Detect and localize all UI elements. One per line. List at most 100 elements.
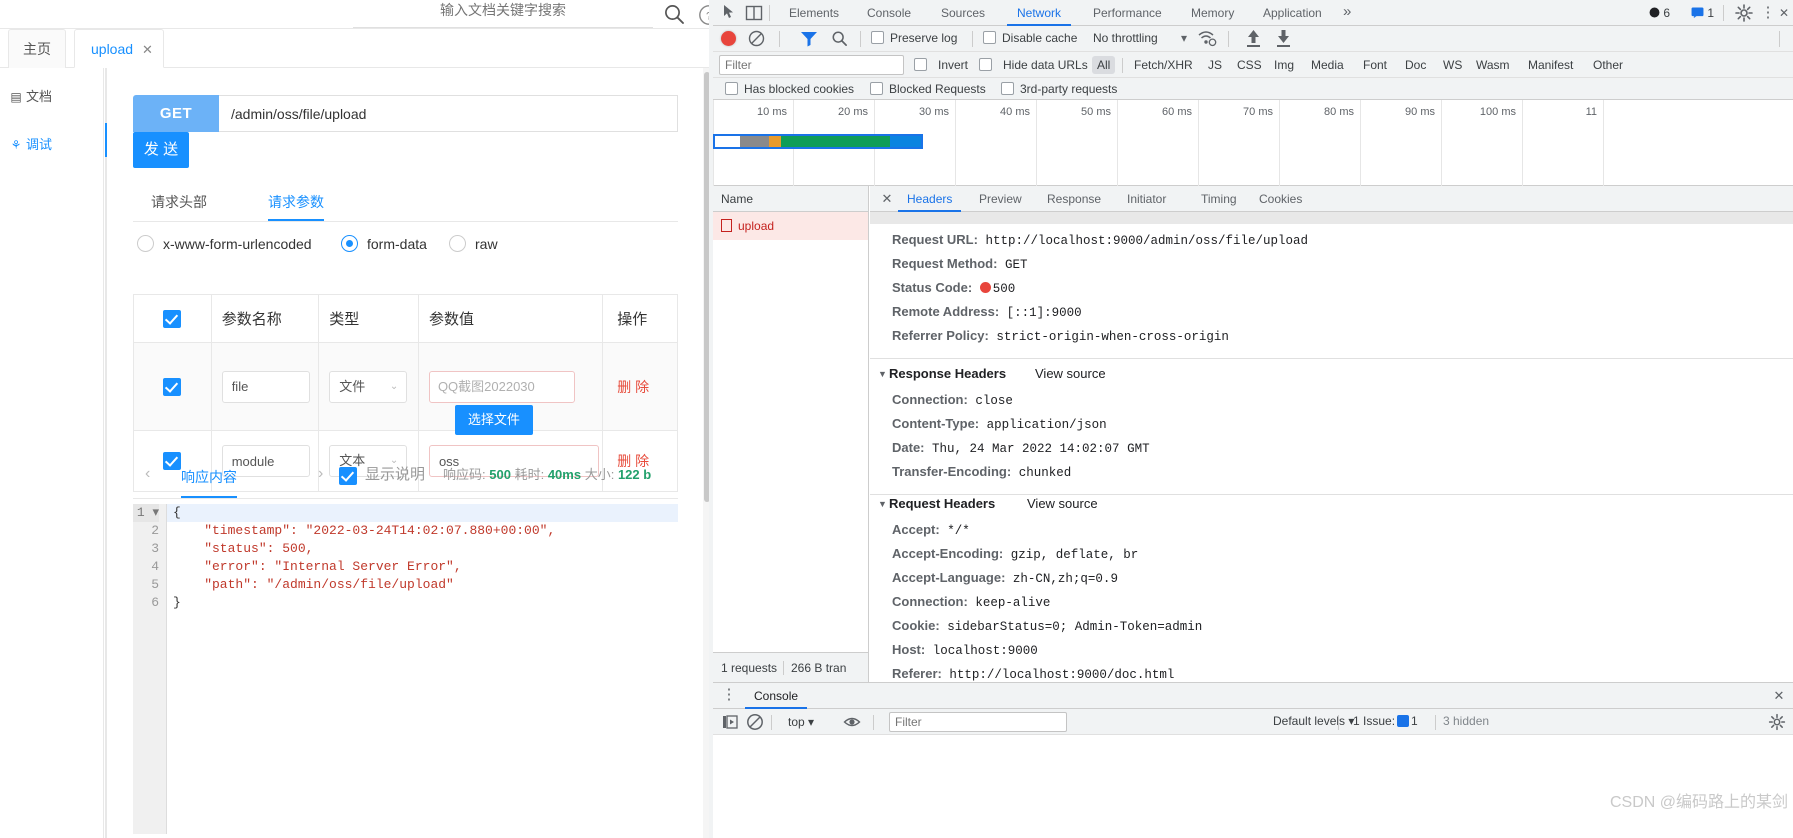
tab-performance[interactable]: Performance [1083,0,1172,26]
scroll-left-icon[interactable]: ‹ [145,465,150,483]
console-context-select[interactable]: top ▾ [788,714,814,731]
close-drawer-icon[interactable]: ✕ [1770,683,1788,709]
select-all-checkbox[interactable] [163,309,182,328]
clear-network-log-icon[interactable] [748,30,765,47]
message-count-badge[interactable]: 1 [1691,4,1714,22]
search-input[interactable] [353,0,653,24]
resource-type-wasm[interactable]: Wasm [1471,56,1515,74]
console-filter-input[interactable] [889,712,1067,732]
http-method-button[interactable]: GET [133,95,219,132]
resource-type-img[interactable]: Img [1269,56,1299,74]
disable-cache-checkbox[interactable] [983,31,996,44]
param-type-select[interactable]: 文件 ⌄ [329,370,408,403]
gear-icon[interactable] [1734,3,1754,23]
hide-data-urls-checkbox[interactable] [979,58,992,71]
network-overview-timeline[interactable]: 10 ms 20 ms 30 ms 40 ms 50 ms 60 ms 70 m… [713,100,1793,186]
has-blocked-cookies-label[interactable]: Has blocked cookies [744,82,854,96]
resource-type-other[interactable]: Other [1588,56,1628,74]
tab-cookies[interactable]: Cookies [1250,186,1311,212]
drawer-more-options-icon[interactable]: ⋮ [721,683,737,709]
tab-memory[interactable]: Memory [1181,0,1244,26]
sidebar-item-debug[interactable]: ⚘ 调试 [0,130,104,160]
blocked-requests-checkbox[interactable] [870,82,883,95]
console-levels-select[interactable]: Default levels ▾ [1273,714,1354,728]
error-count-badge[interactable]: 6 [1647,4,1674,22]
filter-funnel-icon[interactable] [800,30,818,47]
resource-type-media[interactable]: Media [1306,56,1349,74]
delete-row-button[interactable]: 删 除 [617,377,649,397]
third-party-requests-label[interactable]: 3rd-party requests [1020,82,1117,96]
tab-console-drawer[interactable]: Console [745,683,808,709]
third-party-requests-checkbox[interactable] [1001,82,1014,95]
resource-type-css[interactable]: CSS [1232,56,1267,74]
tab-response-content[interactable]: 响应内容 [181,461,237,498]
more-options-icon[interactable]: ⋮ [1760,3,1776,23]
close-icon[interactable]: ✕ [1776,3,1792,23]
param-name-input[interactable] [221,370,310,403]
response-code-editor[interactable]: 1 ▾ 2 3 4 5 6 { "timestamp": "2022-03-24… [133,503,678,834]
tab-timing[interactable]: Timing [1192,186,1246,212]
tab-response[interactable]: Response [1038,186,1110,212]
tab-close-icon[interactable]: ✕ [142,42,153,57]
inspect-element-icon[interactable] [719,2,741,24]
chevron-down-icon[interactable]: ▾ [1181,31,1187,45]
radio-raw[interactable]: raw [449,230,498,258]
import-har-icon[interactable] [1245,29,1262,48]
gear-icon[interactable] [1768,713,1786,731]
column-header-name[interactable]: Name [713,186,868,212]
execute-icon[interactable] [721,713,739,731]
send-request-button[interactable]: 发 送 [133,132,189,168]
device-toolbar-icon[interactable] [743,2,765,24]
row-checkbox[interactable] [163,377,182,396]
resource-type-js[interactable]: JS [1203,56,1227,74]
resource-type-ws[interactable]: WS [1438,56,1467,74]
invert-checkbox[interactable] [914,58,927,71]
tab-application[interactable]: Application [1253,0,1332,26]
response-headers-section-title[interactable]: ▼ Response Headers [878,366,1006,381]
more-tabs-icon[interactable]: » [1343,0,1351,26]
tab-headers[interactable]: Headers [898,186,962,212]
tab-initiator[interactable]: Initiator [1118,186,1175,212]
eye-icon[interactable] [843,713,861,731]
throttling-select[interactable]: No throttling [1093,31,1158,45]
radio-x-www-form-urlencoded[interactable]: x-www-form-urlencoded [137,230,312,258]
request-headers-view-source[interactable]: View source [1027,496,1098,511]
tab-preview[interactable]: Preview [970,186,1031,212]
clear-console-icon[interactable] [746,713,764,731]
tab-upload[interactable]: upload ✕ [74,29,164,68]
network-conditions-icon[interactable] [1198,30,1217,47]
choose-file-button[interactable]: 选择文件 [454,404,533,435]
resource-type-font[interactable]: Font [1358,56,1392,74]
close-detail-icon[interactable]: ✕ [876,186,898,212]
radio-form-data[interactable]: form-data [341,230,427,258]
blocked-requests-label[interactable]: Blocked Requests [889,82,986,96]
preserve-log-label[interactable]: Preserve log [890,31,957,45]
resource-type-fetch-xhr[interactable]: Fetch/XHR [1129,56,1198,74]
tab-request-params[interactable]: 请求参数 [268,186,324,221]
editor-code[interactable]: { "timestamp": "2022-03-24T14:02:07.880+… [166,504,678,834]
sidebar-item-document[interactable]: ▤ 文档 [0,82,104,112]
request-url-input[interactable] [219,95,678,132]
tab-sources[interactable]: Sources [931,0,995,26]
record-button-icon[interactable] [721,31,736,46]
tab-home[interactable]: 主页 [8,29,66,68]
search-icon[interactable] [662,2,686,26]
tab-request-headers[interactable]: 请求头部 [151,186,207,221]
tab-elements[interactable]: Elements [779,0,849,26]
has-blocked-cookies-checkbox[interactable] [725,82,738,95]
tab-network[interactable]: Network [1007,0,1072,26]
request-row-upload[interactable]: upload [713,212,868,240]
resource-type-all[interactable]: All [1092,56,1116,74]
preserve-log-checkbox[interactable] [871,31,884,44]
invert-label[interactable]: Invert [933,56,973,74]
resource-type-manifest[interactable]: Manifest [1523,56,1578,74]
request-headers-section-title[interactable]: ▼ Request Headers [878,496,995,511]
scroll-right-icon[interactable]: › [318,465,323,483]
export-har-icon[interactable] [1275,29,1292,48]
fold-caret-icon[interactable]: ▾ [152,505,159,520]
filter-input[interactable] [719,55,904,75]
resource-type-doc[interactable]: Doc [1400,56,1431,74]
disable-cache-label[interactable]: Disable cache [1002,31,1077,45]
doc-search[interactable] [353,0,653,28]
show-description-checkbox[interactable] [339,467,357,485]
